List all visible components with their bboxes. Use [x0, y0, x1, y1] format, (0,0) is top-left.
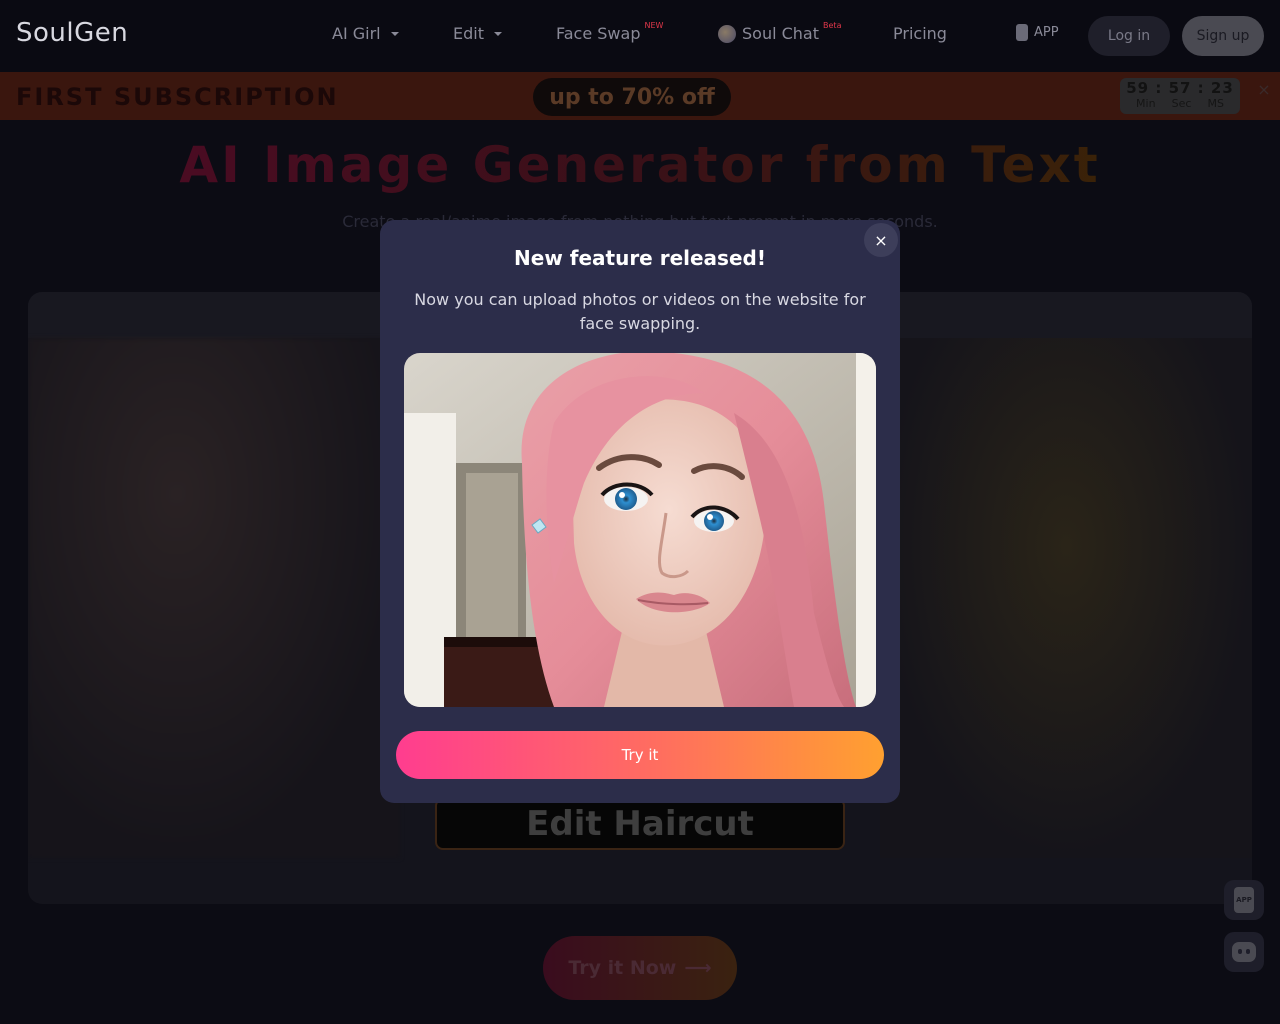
portrait-illustration [404, 353, 876, 707]
face-swap-preview-image [404, 353, 876, 707]
modal-description: Now you can upload photos or videos on t… [414, 290, 866, 333]
try-it-button[interactable]: Try it [396, 731, 884, 779]
modal-title: New feature released! [514, 246, 766, 270]
feature-release-modal: × New feature released! Now you can uplo… [380, 220, 900, 803]
